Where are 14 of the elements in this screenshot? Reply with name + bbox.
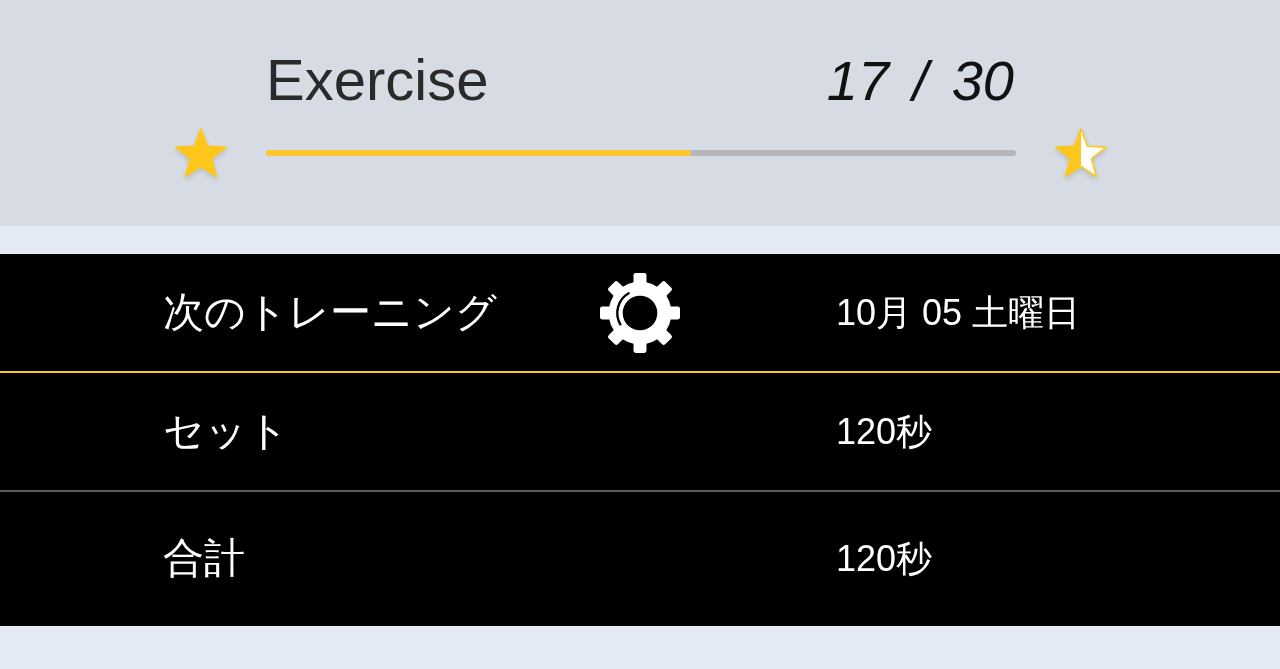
list-row[interactable]: 次のトレーニング 10月 05 土曜日: [0, 254, 1280, 373]
star-icon: [1055, 128, 1107, 178]
gear-icon[interactable]: [600, 272, 680, 353]
list-row[interactable]: 合計 120秒: [0, 492, 1280, 626]
row-value: 120秒: [836, 537, 933, 581]
row-value: 10月 05 土曜日: [836, 290, 1081, 335]
exercise-title: Exercise: [266, 51, 489, 109]
row-label: 合計: [163, 534, 245, 584]
list-row[interactable]: セット 120秒: [0, 373, 1280, 492]
row-label: セット: [163, 406, 289, 457]
row-label: 次のトレーニング: [163, 287, 497, 338]
progress-reading: 17 / 30: [826, 53, 1015, 109]
star-icon: [175, 128, 227, 178]
row-value: 120秒: [836, 409, 933, 454]
